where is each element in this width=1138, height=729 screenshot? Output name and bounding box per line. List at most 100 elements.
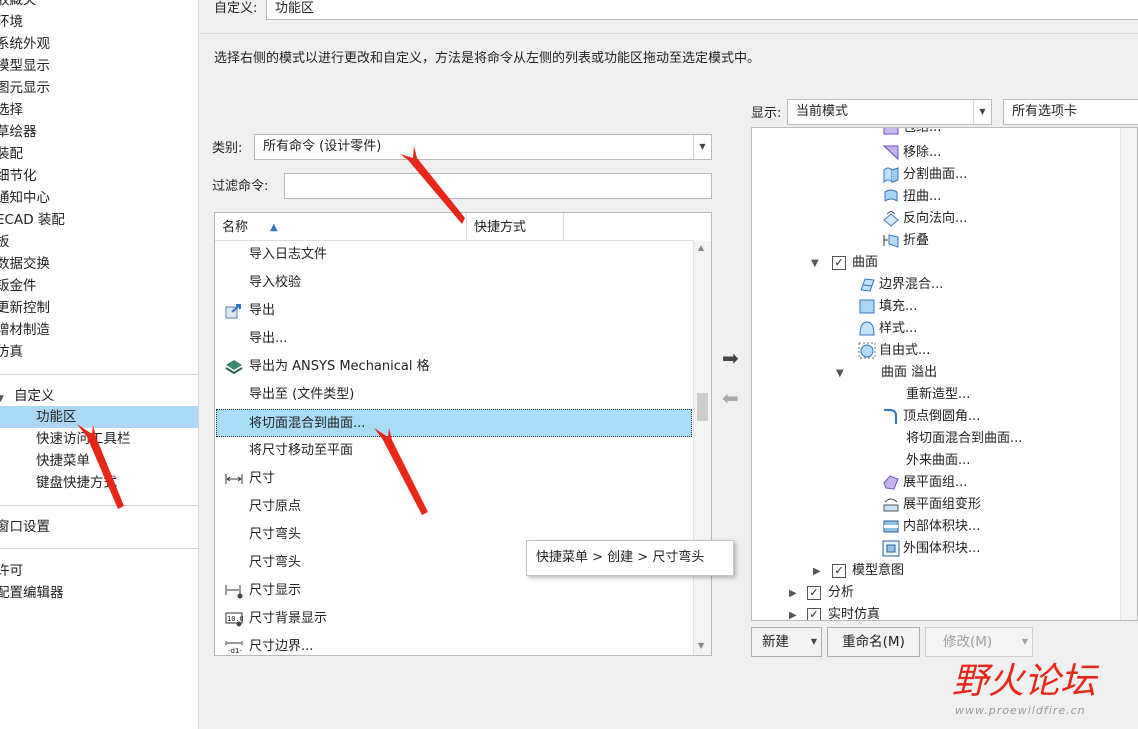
tree-item[interactable]: 填充... [858,296,917,318]
command-label: 导出为 ANSYS Mechanical 格 [249,359,430,374]
tree-group-surface[interactable]: 曲面 [852,252,878,274]
nav-item-shortcut-menus[interactable]: 快捷菜单 [36,450,90,472]
surface-group-checkbox[interactable]: ✓ [832,256,846,270]
command-row[interactable]: 导入日志文件 [216,241,692,269]
new-button[interactable]: 新建 ▼ [751,627,822,657]
nav-item-system-appearance[interactable]: 系统外观 [0,33,50,55]
tree-item[interactable]: 重新造型... [906,384,970,406]
expand-caret-icon[interactable]: ▼ [811,258,819,269]
nav-item-simulation[interactable]: 仿真 [0,341,23,363]
column-header-shortcut[interactable]: 快捷方式 [467,213,564,241]
remove-arrow-icon[interactable]: ⬅ [722,386,739,410]
tree-item[interactable]: 扭曲... [882,186,941,208]
command-label: 尺寸弯头 [249,527,302,542]
command-row[interactable]: 导出至 (文件类型) [216,381,692,409]
scroll-up-icon[interactable]: ▲ [698,243,704,252]
chevron-down-icon: ▼ [973,100,991,124]
nav-item-favorites[interactable]: 收藏夹 [0,0,37,11]
command-row[interactable]: -d1- 尺寸边界... [216,633,692,655]
nav-item-selection[interactable]: 选择 [0,99,23,121]
tree-item[interactable]: 样式... [858,318,917,340]
nav-item-sheetmetal[interactable]: 钣金件 [0,275,37,297]
nav-item-environment[interactable]: 环境 [0,11,23,33]
nav-item-ecad-assembly[interactable]: ECAD 装配 [0,209,65,231]
nav-item-board[interactable]: 板 [0,231,10,253]
nav-item-ribbon[interactable]: 功能区 [36,406,77,428]
filter-commands-input[interactable] [284,173,712,199]
collapse-caret-icon[interactable]: ▼ [0,394,4,404]
tree-group-simulation[interactable]: 实时仿真 [828,604,880,620]
command-label: 尺寸显示 [249,583,302,598]
nav-item-license[interactable]: 许可 [0,560,23,582]
command-row[interactable]: 尺寸原点 [216,493,692,521]
command-row[interactable]: 导出为 ANSYS Mechanical 格 [216,353,692,381]
command-label: 导出 [249,303,276,318]
customize-target-field[interactable]: 功能区 [266,0,1138,20]
nav-item-keyboard-shortcuts[interactable]: 键盘快捷方式 [36,472,117,494]
add-arrow-icon[interactable]: ➡ [722,346,739,370]
header-divider [200,33,1138,34]
command-row[interactable]: 尺寸显示 [216,577,692,605]
nav-item-customize[interactable]: 自定义 [14,385,55,407]
tree-item[interactable]: 包络... [882,128,941,139]
command-row[interactable]: 尺寸 [216,465,692,493]
scroll-thumb[interactable] [697,393,708,421]
tree-item[interactable]: 反向法向... [882,208,967,230]
nav-item-sketcher[interactable]: 草绘器 [0,121,37,143]
column-name-label: 名称 [222,220,249,235]
tree-item[interactable]: 边界混合... [858,274,943,296]
column-header-name[interactable]: 名称 ▲ [215,213,467,241]
nav-item-config-editor[interactable]: 配置编辑器 [0,582,64,604]
tree-group-surface-overflow[interactable]: 曲面 溢出 [881,362,937,384]
tree-item[interactable]: 内部体积块... [882,516,980,538]
nav-item-entity-display[interactable]: 图元显示 [0,77,50,99]
nav-item-quick-access-toolbar[interactable]: 快速访问工具栏 [36,428,131,450]
display-mode-select[interactable]: 当前模式 ▼ [787,99,992,125]
command-list-scrollbar[interactable]: ▲ ▼ [693,241,711,655]
tree-group-model-intent[interactable]: 模型意图 [852,560,904,582]
tree-item[interactable]: 将切面混合到曲面... [906,428,1022,450]
nav-item-additive-manufacturing[interactable]: 增材制造 [0,319,50,341]
nav-item-notification-center[interactable]: 通知中心 [0,187,50,209]
ribbon-tree[interactable]: 包络... 移除... 分割曲面... 扭曲... 反向法向... 折叠 ▼ ✓… [751,127,1138,621]
expand-caret-icon[interactable]: ▶ [789,610,797,620]
tree-item[interactable]: 外来曲面... [906,450,970,472]
modify-button[interactable]: 修改(M) ▼ [925,627,1033,657]
rename-button[interactable]: 重命名(M) [827,627,920,657]
command-row[interactable]: 将尺寸移动至平面 [216,437,692,465]
tree-item[interactable]: 移除... [882,142,941,164]
nav-item-detailing[interactable]: 细节化 [0,165,37,187]
expand-caret-icon[interactable]: ▶ [813,566,821,577]
analysis-checkbox[interactable]: ✓ [807,586,821,600]
command-row[interactable]: 导出... [216,325,692,353]
scroll-down-icon[interactable]: ▼ [698,641,704,650]
command-row[interactable]: 导入校验 [216,269,692,297]
tabs-filter-select[interactable]: 所有选项卡 [1003,99,1138,125]
nav-item-assembly[interactable]: 装配 [0,143,23,165]
tree-item[interactable]: 展平面组变形 [882,494,981,516]
tree-item[interactable]: 展平面组... [882,472,967,494]
tree-item[interactable]: 折叠 [882,230,929,252]
tree-item[interactable]: 顶点倒圆角... [882,406,980,428]
command-label: 将切面混合到曲面... [249,416,366,431]
tree-item-label: 填充... [879,299,918,314]
nav-item-data-exchange[interactable]: 数据交换 [0,253,50,275]
category-select[interactable]: 所有命令 (设计零件) ▼ [254,134,712,160]
tree-item[interactable]: 自由式... [858,340,930,362]
expand-caret-icon[interactable]: ▼ [836,368,844,379]
command-row-selected[interactable]: 将切面混合到曲面... [216,409,692,437]
command-row[interactable]: 10.0 尺寸背景显示 [216,605,692,633]
nav-item-window-settings[interactable]: 窗口设置 [0,516,50,538]
tree-item[interactable]: 外围体积块... [882,538,980,560]
simulation-checkbox[interactable]: ✓ [807,608,821,620]
nav-item-model-display[interactable]: 模型显示 [0,55,50,77]
expand-caret-icon[interactable]: ▶ [789,588,797,599]
model-intent-checkbox[interactable]: ✓ [832,564,846,578]
tree-group-analysis[interactable]: 分析 [828,582,854,604]
tree-scrollbar[interactable] [1120,128,1137,620]
command-list[interactable]: 名称 ▲ 快捷方式 导入日志文件 导入校验 导出 导出... 导出为 ANSYS… [214,212,712,656]
nav-item-update-control[interactable]: 更新控制 [0,297,50,319]
customize-panel: 自定义: 功能区 选择右侧的模式以进行更改和自定义，方法是将命令从左侧的列表或功… [200,0,1138,729]
command-row[interactable]: 导出 [216,297,692,325]
tree-item[interactable]: 分割曲面... [882,164,967,186]
